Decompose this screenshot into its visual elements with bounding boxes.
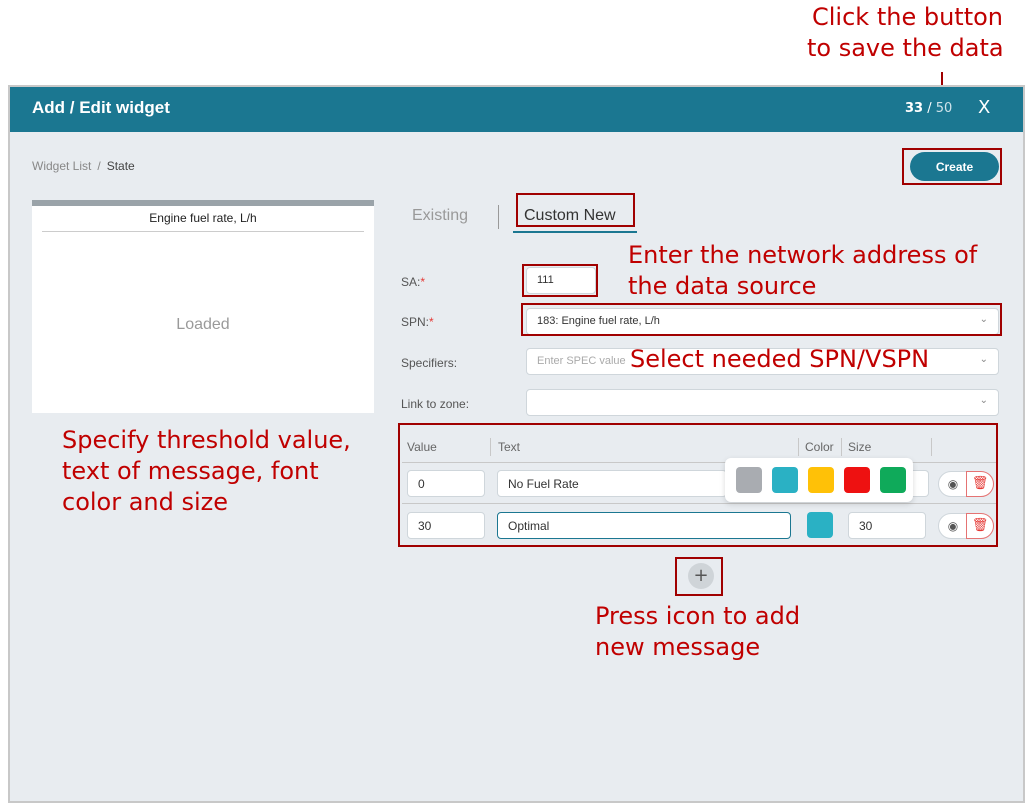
- required-mark: *: [429, 315, 434, 329]
- column-divider: [841, 438, 842, 456]
- annotation-spn: Select needed SPN/VSPN: [630, 345, 930, 373]
- widget-counter: 33 / 50: [905, 101, 952, 116]
- trash-icon[interactable]: 🗑: [966, 513, 994, 539]
- specifiers-label: Specifiers:: [401, 356, 458, 370]
- spn-label-text: SPN:: [401, 315, 430, 329]
- color-palette-popup: [725, 458, 913, 502]
- chevron-down-icon: ⌄: [979, 395, 988, 406]
- chevron-down-icon: ⌄: [979, 314, 988, 325]
- row-text-input[interactable]: No Fuel Rate: [497, 470, 727, 497]
- annotation-add: Press icon to add new message: [595, 601, 800, 663]
- dialog-title: Add / Edit widget: [32, 98, 170, 117]
- create-button[interactable]: Create: [910, 152, 999, 181]
- annotation-save-line1: Click the button: [812, 3, 1003, 31]
- tab-existing[interactable]: Existing: [412, 207, 468, 225]
- preview-divider: [42, 231, 364, 232]
- column-divider: [798, 438, 799, 456]
- annotation-save: Click the button: [812, 2, 1003, 33]
- annotation-add-line1: Press icon to add: [595, 602, 801, 630]
- palette-color-teal[interactable]: [772, 467, 798, 493]
- plus-icon[interactable]: +: [688, 563, 714, 589]
- palette-color-green[interactable]: [880, 467, 906, 493]
- row-divider: [402, 503, 996, 504]
- preview-title: Engine fuel rate, L/h: [149, 211, 257, 225]
- row-text-input[interactable]: Optimal: [497, 512, 791, 539]
- row-size-input[interactable]: 30: [848, 512, 926, 539]
- chevron-down-icon: ⌄: [979, 354, 988, 365]
- annotation-threshold-line2: text of message, font: [62, 457, 319, 485]
- sa-label-text: SA:: [401, 275, 421, 289]
- annotation-save-line2: to save the data: [807, 34, 1004, 62]
- required-mark: *: [420, 275, 426, 289]
- annotation-save-2: to save the data: [807, 33, 1004, 64]
- annotation-network-line2: the data source: [628, 272, 817, 300]
- palette-color-gray[interactable]: [736, 467, 762, 493]
- breadcrumb-current: State: [106, 159, 135, 173]
- breadcrumb-widget-list[interactable]: Widget List: [32, 159, 91, 173]
- row-color-swatch[interactable]: [807, 512, 833, 538]
- dialog-titlebar: Add / Edit widget 33 / 50 X: [10, 87, 1023, 132]
- spn-label: SPN:*: [401, 315, 434, 329]
- counter-separator: /: [923, 101, 936, 116]
- column-header-text: Text: [498, 440, 521, 454]
- annotation-network-line1: Enter the network address of: [628, 241, 978, 269]
- link-zone-label: Link to zone:: [401, 397, 470, 411]
- column-header-value: Value: [407, 440, 437, 454]
- column-header-size: Size: [848, 440, 872, 454]
- breadcrumb: Widget List / State: [32, 159, 135, 173]
- annotation-network: Enter the network address of the data so…: [628, 240, 977, 302]
- palette-color-red[interactable]: [844, 467, 870, 493]
- breadcrumb-separator: /: [97, 159, 101, 173]
- link-zone-select[interactable]: ⌄: [526, 389, 999, 416]
- annotation-threshold: Specify threshold value, text of message…: [62, 425, 351, 518]
- counter-current: 33: [905, 101, 924, 116]
- widget-preview: Engine fuel rate, L/h Loaded: [32, 200, 374, 413]
- specifiers-placeholder: Enter SPEC value: [537, 355, 626, 367]
- column-header-color: Color: [805, 440, 834, 454]
- sa-value: 111: [537, 274, 554, 286]
- spn-value: 183: Engine fuel rate, L/h: [537, 315, 660, 327]
- row-value-input[interactable]: 0: [407, 470, 485, 497]
- sa-input[interactable]: 111: [526, 267, 596, 294]
- counter-max: 50: [935, 101, 953, 116]
- spn-select[interactable]: 183: Engine fuel rate, L/h ⌄: [526, 308, 999, 335]
- sa-label: SA:*: [401, 275, 425, 289]
- preview-status: Loaded: [176, 316, 230, 333]
- row-value-input[interactable]: 30: [407, 512, 485, 539]
- close-icon[interactable]: X: [978, 97, 990, 118]
- eye-icon[interactable]: ◉: [938, 513, 968, 539]
- tab-divider: [498, 205, 499, 229]
- eye-icon[interactable]: ◉: [938, 471, 968, 497]
- tab-custom-new[interactable]: Custom New: [524, 207, 616, 225]
- palette-color-yellow[interactable]: [808, 467, 834, 493]
- annotation-add-line2: new message: [595, 633, 761, 661]
- annotation-threshold-line3: color and size: [62, 488, 229, 516]
- active-tab-indicator: [513, 231, 637, 233]
- annotation-threshold-line1: Specify threshold value,: [62, 426, 351, 454]
- column-divider: [931, 438, 932, 456]
- trash-icon[interactable]: 🗑: [966, 471, 994, 497]
- column-divider: [490, 438, 491, 456]
